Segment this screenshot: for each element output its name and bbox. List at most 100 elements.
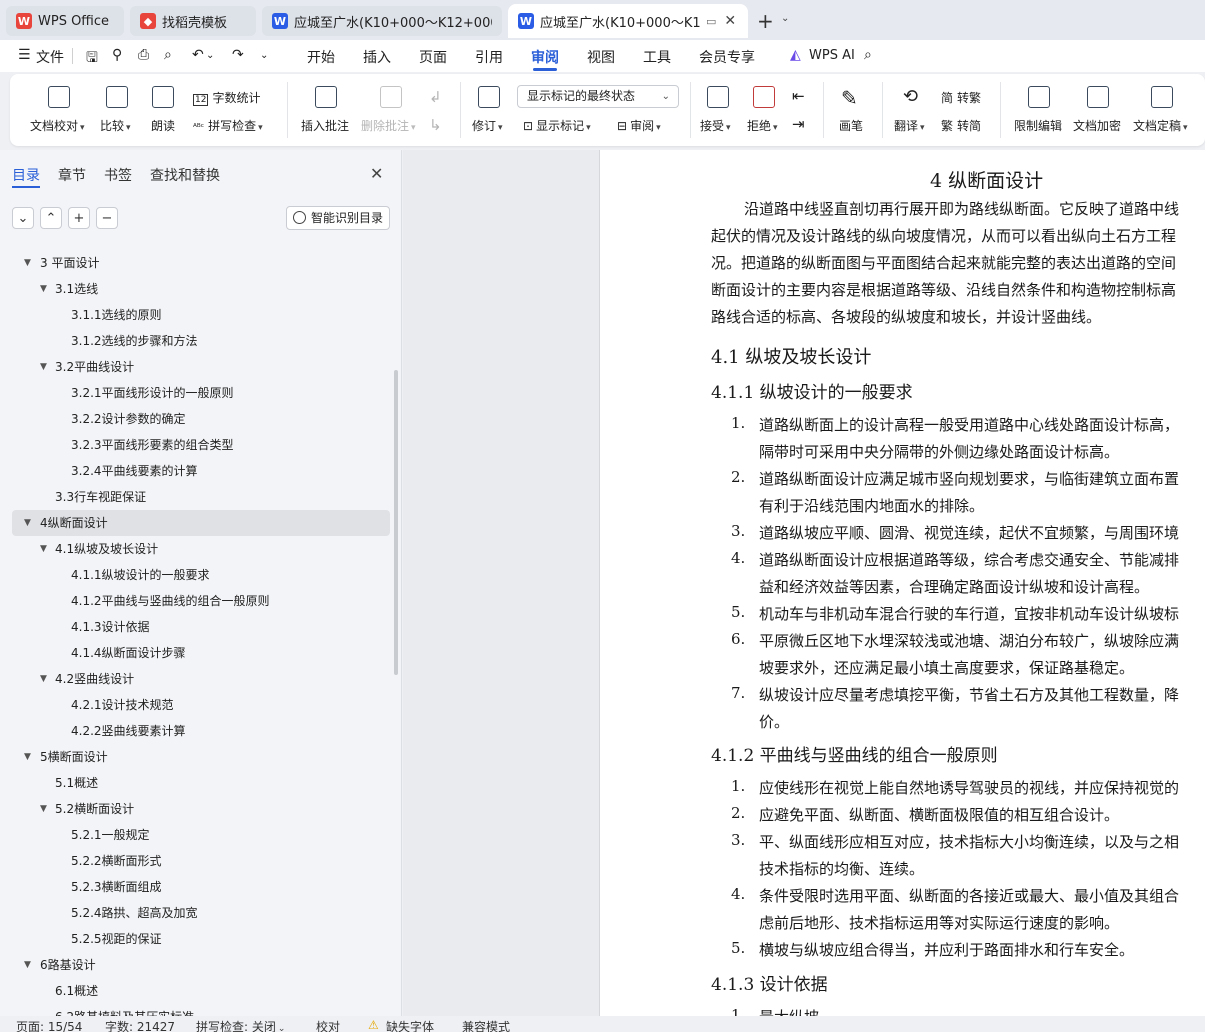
share-icon[interactable]: ⚲ <box>112 47 122 63</box>
tab-document-active[interactable]: W 应城至广水(K10+000～K12+ ▭ ✕ <box>508 4 748 38</box>
more-chevron-icon[interactable]: ⌄ <box>260 50 268 61</box>
menu-review[interactable]: 审阅 <box>531 47 559 67</box>
tab-list-chevron-icon[interactable]: ⌄ <box>781 13 789 24</box>
monitor-icon[interactable]: ▭ <box>706 15 716 28</box>
encrypt-button[interactable]: 文档加密 <box>1073 117 1121 134</box>
toc-item-label: 4.2.2竖曲线要素计算 <box>71 724 186 738</box>
new-tab-plus-icon[interactable]: + <box>757 9 774 33</box>
reject-button[interactable]: 拒绝 ▾ <box>747 117 778 134</box>
menu-page[interactable]: 页面 <box>419 47 447 67</box>
pen-button[interactable]: 画笔 <box>839 117 863 134</box>
compare-button[interactable]: 比较 ▾ <box>100 117 131 134</box>
nav-tab-bookmarks[interactable]: 书签 <box>104 165 132 185</box>
expand-arrow-icon[interactable]: ▼ <box>40 674 47 684</box>
list-item-text: 条件受限时选用平面、纵断面的各接近或最大、最小值及其组合 <box>759 887 1180 905</box>
hamburger-icon[interactable]: ☰ <box>18 47 31 63</box>
menu-tools[interactable]: 工具 <box>643 47 671 67</box>
expand-arrow-icon[interactable]: ▼ <box>24 752 31 762</box>
undo-dropdown-icon[interactable]: ⌄ <box>206 50 214 61</box>
to-simplified-button[interactable]: 繁转简 <box>941 117 981 134</box>
add-heading-button[interactable]: + <box>68 207 90 229</box>
delete-comment-button[interactable]: 删除批注 ▾ <box>361 117 416 134</box>
nav-tab-sections[interactable]: 章节 <box>58 165 86 185</box>
toc-item[interactable] <box>0 614 390 640</box>
toc-item[interactable] <box>0 640 390 666</box>
accept-button[interactable]: 接受 ▾ <box>700 117 731 134</box>
expand-arrow-icon[interactable]: ▼ <box>40 544 47 554</box>
close-tab-icon[interactable]: ✕ <box>724 13 736 29</box>
nav-tab-find-replace[interactable]: 查找和替换 <box>150 165 220 185</box>
word-count-status[interactable]: 字数: 21427 <box>105 1018 175 1032</box>
undo-icon[interactable]: ↶ <box>192 47 204 63</box>
toc-item[interactable] <box>0 874 390 900</box>
expand-arrow-icon[interactable]: ▼ <box>40 804 47 814</box>
to-traditional-button[interactable]: 简转繁 <box>941 89 981 106</box>
document-page[interactable]: 4 纵断面设计 沿道路中线竖直剖切再行展开即为路线纵断面。它反映了道路中线 起伏的… <box>599 150 1205 1016</box>
expand-arrow-icon[interactable]: ▼ <box>24 258 31 268</box>
page-indicator[interactable]: 页面: 15/54 <box>16 1018 82 1032</box>
show-marks-button[interactable]: ⊡ 显示标记 ▾ <box>523 117 591 134</box>
toc-item[interactable] <box>0 926 390 952</box>
insert-comment-button[interactable]: 插入批注 <box>301 117 349 134</box>
spell-check-status[interactable]: 拼写检查: 关闭 ⌄ <box>196 1018 285 1032</box>
toc-item[interactable] <box>0 848 390 874</box>
expand-arrow-icon[interactable]: ▼ <box>40 284 47 294</box>
markup-display-select[interactable]: 显示标记的最终状态 ⌄ <box>517 85 679 108</box>
smart-toc-button[interactable]: 智能识别目录 <box>286 206 390 230</box>
print-preview-icon[interactable]: ⌕ <box>164 47 172 63</box>
revise-button[interactable]: 修订 ▾ <box>472 117 503 134</box>
expand-arrow-icon[interactable]: ▼ <box>40 362 47 372</box>
read-aloud-button[interactable]: 朗读 <box>151 117 175 134</box>
spell-check-icon: ᴬᴮᶜ <box>193 123 205 133</box>
menu-insert[interactable]: 插入 <box>363 47 391 67</box>
expand-arrow-icon[interactable]: ▼ <box>24 518 31 528</box>
restrict-edit-icon <box>1028 86 1050 108</box>
word-count-button[interactable]: 12 字数统计 <box>193 89 260 106</box>
tab-docer-templates[interactable]: ◆ 找稻壳模板 <box>130 6 256 36</box>
next-comment-icon[interactable]: ↳ <box>429 116 442 134</box>
save-icon[interactable]: 🖫 <box>86 47 98 71</box>
tab-document-1[interactable]: W 应城至广水(K10+000～K12+000)段 <box>262 6 502 36</box>
toc-item-label: 4.1纵坡及坡长设计 <box>55 542 159 556</box>
collapse-all-button[interactable]: ⌄ <box>12 207 34 229</box>
menu-file[interactable]: 文件 <box>36 47 64 67</box>
menu-reference[interactable]: 引用 <box>475 47 503 67</box>
toc-item-label: 3.2.2设计参数的确定 <box>71 412 186 426</box>
redo-icon[interactable]: ↷ <box>232 47 244 63</box>
menu-start[interactable]: 开始 <box>307 47 335 67</box>
toc-item[interactable] <box>0 822 390 848</box>
restrict-edit-button[interactable]: 限制编辑 <box>1014 117 1062 134</box>
active-menu-indicator <box>533 68 557 71</box>
toc-item[interactable] <box>0 406 390 432</box>
menu-wps-ai[interactable]: WPS AI <box>809 48 855 63</box>
toc-item[interactable] <box>0 692 390 718</box>
spell-check-button[interactable]: ᴬᴮᶜ 拼写检查 ▾ <box>193 117 263 134</box>
translate-button[interactable]: 翻译 ▾ <box>894 117 925 134</box>
finalize-button[interactable]: 文档定稿 ▾ <box>1133 117 1188 134</box>
print-icon[interactable]: ⎙ <box>138 47 149 63</box>
missing-font-status[interactable]: 缺失字体 <box>386 1018 434 1032</box>
prev-comment-icon[interactable]: ↲ <box>429 88 442 106</box>
search-icon[interactable]: ⌕ <box>864 47 872 63</box>
remove-heading-button[interactable]: − <box>96 207 118 229</box>
doc-check-button[interactable]: 文档校对 ▾ <box>30 117 85 134</box>
toc-item[interactable] <box>0 718 390 744</box>
next-change-icon[interactable]: ⇥ <box>792 115 805 133</box>
expand-arrow-icon[interactable]: ▼ <box>24 960 31 970</box>
nav-tab-toc[interactable]: 目录 <box>12 165 40 185</box>
expand-level-button[interactable]: ⌃ <box>40 207 62 229</box>
menu-member[interactable]: 会员专享 <box>699 47 755 67</box>
toc-scrollbar[interactable] <box>394 370 398 675</box>
tab-wps-office[interactable]: W WPS Office <box>6 6 124 36</box>
divider <box>882 82 883 138</box>
menu-view[interactable]: 视图 <box>587 47 615 67</box>
tab-label: 应城至广水(K10+000～K12+000)段 <box>294 15 492 31</box>
review-pane-button[interactable]: ⊟ 审阅 ▾ <box>617 117 661 134</box>
revise-icon <box>478 86 500 108</box>
compat-mode-status[interactable]: 兼容模式 <box>462 1018 510 1032</box>
prev-change-icon[interactable]: ⇤ <box>792 87 805 105</box>
document-area: ⠿ 4 纵断面设计 沿道路中线竖直剖切再行展开即为路线纵断面。它反映了道路中线起… <box>403 150 1205 1016</box>
proofread-status[interactable]: 校对 <box>316 1018 340 1032</box>
toc-item[interactable] <box>0 302 390 328</box>
close-panel-icon[interactable]: ✕ <box>370 164 383 183</box>
